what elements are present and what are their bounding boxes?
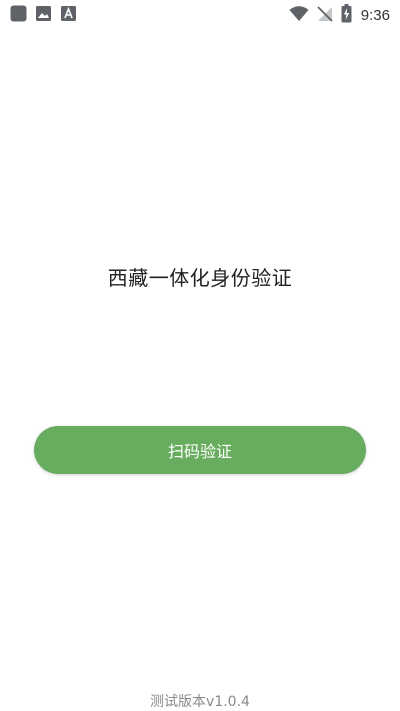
image-icon	[35, 5, 52, 26]
status-time: 9:36	[360, 7, 390, 24]
battery-charging-icon	[341, 4, 352, 27]
wifi-icon	[289, 5, 309, 27]
status-bar-left	[10, 5, 77, 26]
no-signal-icon	[316, 5, 334, 27]
status-bar-right: 9:36	[289, 4, 390, 27]
version-label: 测试版本v1.0.4	[150, 694, 250, 710]
page-title: 西藏一体化身份验证	[107, 266, 293, 290]
app-square-icon	[10, 5, 27, 26]
status-bar: 9:36	[0, 0, 400, 28]
font-a-icon	[60, 5, 77, 26]
scan-verify-button[interactable]: 扫码验证	[34, 426, 366, 474]
